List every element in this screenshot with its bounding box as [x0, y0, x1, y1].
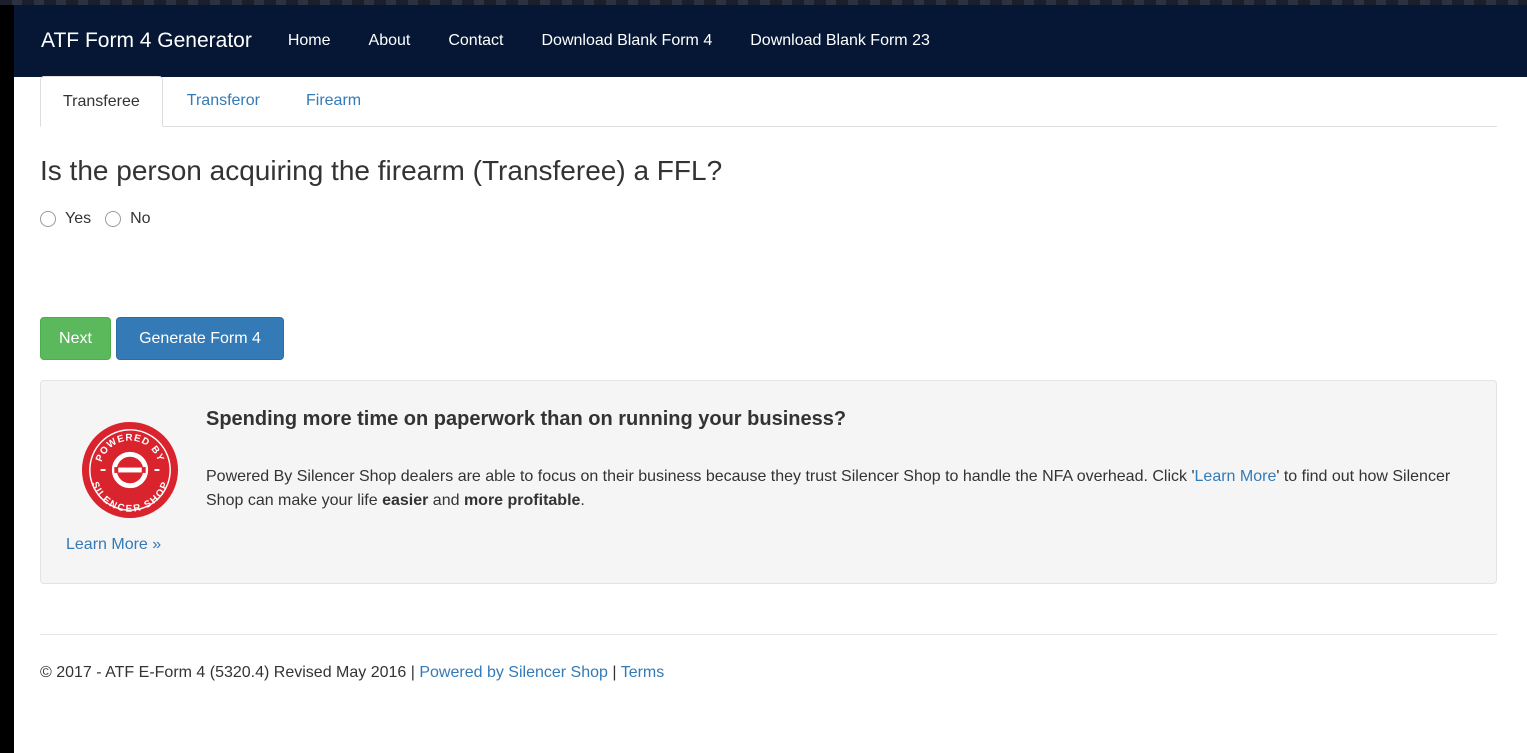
- radio-yes[interactable]: Yes: [40, 210, 91, 228]
- tab-transferee[interactable]: Transferee: [40, 76, 163, 127]
- next-button[interactable]: Next: [40, 317, 111, 360]
- footer-separator: |: [607, 664, 621, 681]
- silencer-shop-promo: POWERED BY SILENCER SHOP Spending more t…: [40, 380, 1497, 584]
- top-navbar: ATF Form 4 Generator Home About Contact …: [14, 5, 1527, 77]
- tab-transferor[interactable]: Transferor: [165, 76, 282, 126]
- footer-copyright: © 2017 - ATF E-Form 4 (5320.4) Revised M…: [40, 664, 420, 681]
- page-footer: © 2017 - ATF E-Form 4 (5320.4) Revised M…: [40, 664, 664, 682]
- radio-no-circle[interactable]: [105, 211, 122, 227]
- radio-no-label: No: [130, 210, 151, 227]
- footer-divider: [40, 634, 1497, 635]
- radio-no[interactable]: No: [105, 210, 151, 228]
- radio-yes-label: Yes: [65, 210, 92, 227]
- nav-contact-link[interactable]: Contact: [448, 32, 503, 50]
- nav-download-form4-link[interactable]: Download Blank Form 4: [541, 32, 712, 50]
- nav-download-form23-link[interactable]: Download Blank Form 23: [750, 32, 930, 50]
- inline-learn-more-link[interactable]: Learn More: [1195, 468, 1277, 485]
- footer-powered-by-link[interactable]: Powered by Silencer Shop: [419, 664, 608, 681]
- ffl-radio-group: Yes No: [40, 210, 165, 228]
- promo-description: Powered By Silencer Shop dealers are abl…: [206, 468, 1451, 509]
- promo-title: Spending more time on paperwork than on …: [206, 408, 847, 430]
- learn-more-link[interactable]: Learn More »: [66, 536, 161, 554]
- tab-firearm[interactable]: Firearm: [284, 76, 383, 126]
- footer-terms-link[interactable]: Terms: [621, 664, 665, 681]
- generate-form4-button[interactable]: Generate Form 4: [116, 317, 284, 360]
- form-tabs: Transferee Transferor Firearm: [40, 76, 1497, 127]
- brand-link[interactable]: ATF Form 4 Generator: [41, 29, 252, 53]
- radio-yes-circle[interactable]: [40, 211, 56, 227]
- nav-home-link[interactable]: Home: [288, 32, 331, 50]
- nav-about-link[interactable]: About: [369, 32, 411, 50]
- ffl-question-heading: Is the person acquiring the firearm (Tra…: [40, 155, 723, 186]
- powered-by-silencer-shop-logo: POWERED BY SILENCER SHOP: [81, 421, 179, 519]
